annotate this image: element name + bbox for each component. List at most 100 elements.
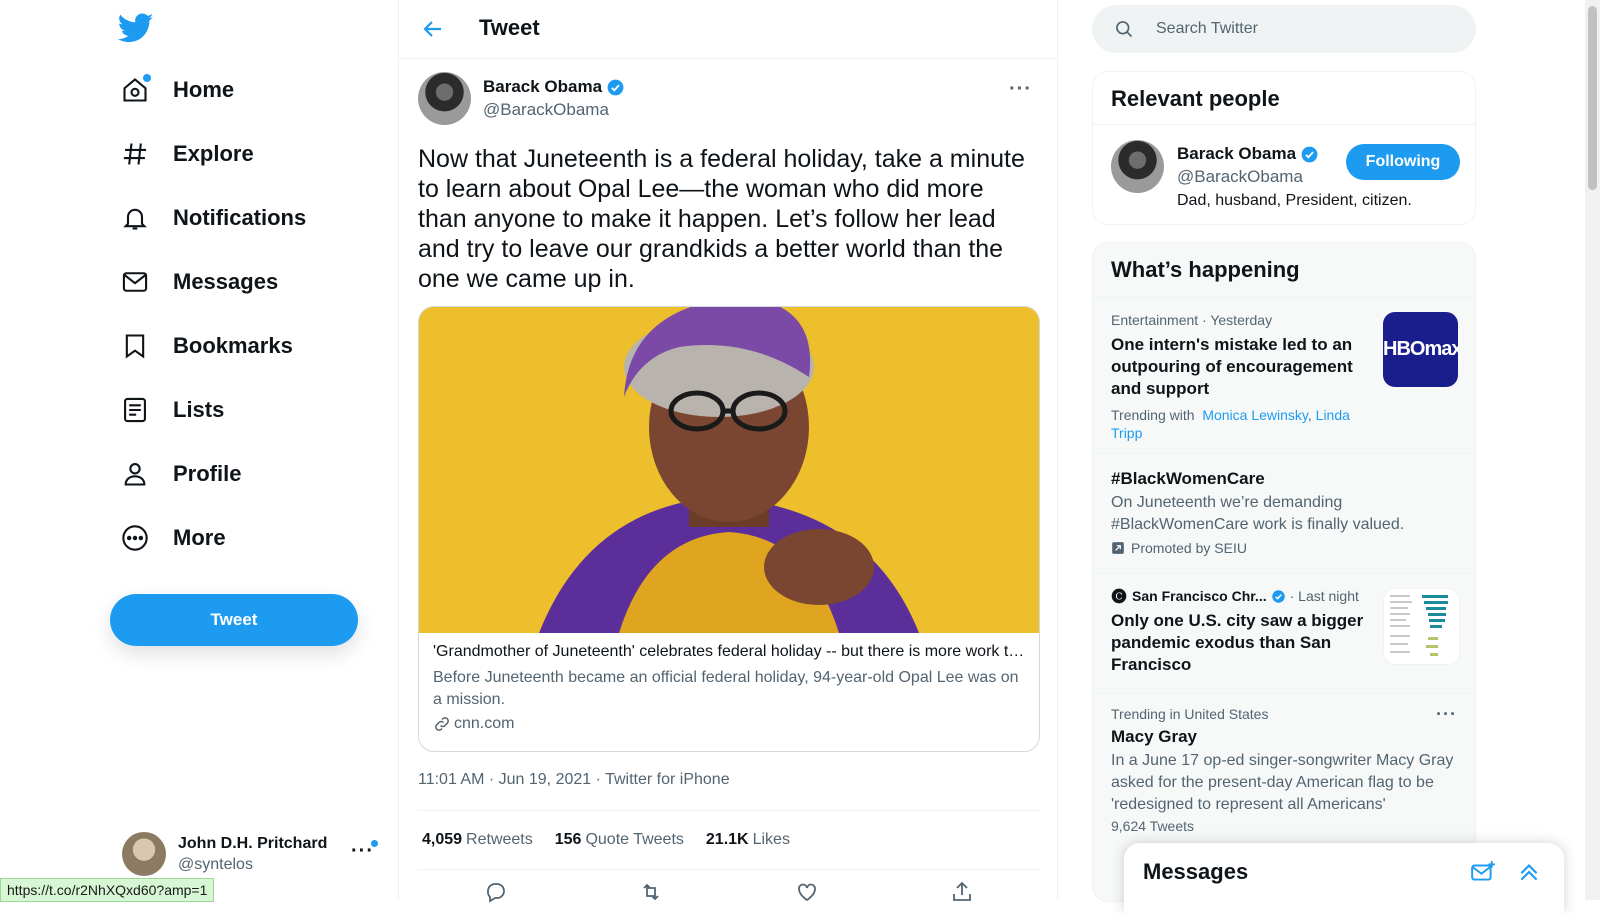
scrollbar[interactable]: [1585, 0, 1600, 900]
nav-label: Notifications: [173, 205, 307, 230]
tweet-actions: [418, 880, 1040, 904]
person-handle[interactable]: @BarackObama: [1177, 167, 1303, 187]
nav-messages[interactable]: Messages: [121, 257, 278, 307]
nav-home[interactable]: Home: [121, 65, 234, 115]
account-more-icon[interactable]: ···: [351, 840, 374, 863]
home-icon: [121, 74, 151, 104]
search-box[interactable]: [1092, 5, 1476, 53]
main-column: Tweet Barack Obama @BarackObama ··· Now …: [399, 0, 1058, 903]
nav-label: More: [173, 525, 226, 550]
author-handle[interactable]: @BarackObama: [483, 100, 609, 120]
whats-happening-panel: What’s happening Entertainment · Yesterd…: [1092, 242, 1476, 902]
retweets-stat[interactable]: 4,059 Retweets: [422, 831, 533, 849]
card-description: Before Juneteenth became an official fed…: [433, 669, 1019, 708]
panel-title: Relevant people: [1093, 72, 1475, 125]
page-title: Tweet: [479, 15, 540, 40]
expand-chevron-icon[interactable]: [1516, 859, 1542, 885]
nav-more[interactable]: More: [121, 513, 226, 563]
tweet-more-icon[interactable]: ···: [1009, 78, 1032, 101]
nav-profile[interactable]: Profile: [121, 449, 241, 499]
new-message-icon[interactable]: [1470, 859, 1496, 885]
trend-title: #BlackWomenCare: [1111, 469, 1265, 488]
trend-thumbnail: [1383, 588, 1460, 665]
nav-lists[interactable]: Lists: [121, 385, 224, 435]
search-input[interactable]: [1154, 19, 1458, 39]
trend-item[interactable]: Entertainment · Yesterday One intern's m…: [1093, 297, 1475, 454]
nav-label: Bookmarks: [173, 333, 293, 358]
like-heart-icon[interactable]: [795, 880, 819, 904]
avatar[interactable]: [1111, 140, 1164, 193]
nav-label: Explore: [173, 141, 254, 166]
quote-tweets-stat[interactable]: 156 Quote Tweets: [555, 831, 684, 849]
quotes-count: 156: [554, 831, 582, 848]
verified-badge-icon: [607, 79, 624, 95]
new-content-dot: [143, 74, 151, 82]
card-domain: cnn.com: [433, 715, 1027, 733]
search-icon: [1116, 21, 1133, 38]
card-domain-text: cnn.com: [454, 715, 515, 732]
likes-label: Likes: [752, 831, 790, 848]
person-name[interactable]: Barack Obama: [1177, 144, 1319, 164]
trend-link[interactable]: Monica Lewinsky: [1202, 407, 1308, 423]
author-avatar[interactable]: [418, 72, 471, 125]
hashtag-icon: [121, 140, 149, 168]
account-name: John D.H. Pritchard: [178, 834, 328, 852]
nav-bookmarks[interactable]: Bookmarks: [121, 321, 293, 371]
reply-icon[interactable]: [484, 880, 508, 904]
trend-headline: Only one U.S. city saw a bigger pandemic…: [1111, 611, 1364, 674]
retweets-label: Retweets: [466, 831, 533, 848]
trend-item[interactable]: Trending in United States Macy Gray In a…: [1093, 693, 1475, 854]
trend-context: Trending in United States: [1111, 706, 1269, 722]
nav-explore[interactable]: Explore: [121, 129, 254, 179]
compose-tweet-button[interactable]: Tweet: [110, 594, 358, 646]
trend-body: On Juneteenth we’re demanding #BlackWome…: [1111, 494, 1405, 533]
link-card[interactable]: 'Grandmother of Juneteenth' celebrates f…: [418, 306, 1040, 752]
more-circle-icon: [121, 524, 149, 552]
avatar: [122, 832, 166, 876]
person-icon: [121, 460, 149, 488]
trend-item-promoted[interactable]: #BlackWomenCare On Juneteenth we’re dema…: [1093, 453, 1475, 574]
quotes-label: Quote Tweets: [585, 831, 684, 848]
promoted-label: Promoted by SEIU: [1131, 540, 1247, 556]
trend-time: · Last night: [1289, 588, 1359, 604]
left-sidebar: Home Explore Notifications Messages Book…: [0, 0, 399, 900]
list-icon: [121, 396, 149, 424]
author-name[interactable]: Barack Obama: [483, 77, 625, 97]
retweet-icon[interactable]: [639, 880, 663, 904]
nav-notifications[interactable]: Notifications: [121, 193, 306, 243]
link-icon: [435, 717, 449, 731]
promoted-line: Promoted by SEIU: [1111, 540, 1451, 556]
tweet-text: Now that Juneteenth is a federal holiday…: [418, 145, 1025, 293]
trend-count: 9,624 Tweets: [1111, 818, 1195, 834]
tweet-stats: 4,059 Retweets 156 Quote Tweets 21.1K Likes: [418, 810, 1040, 870]
tweet-timestamp[interactable]: 11:01 AM · Jun 19, 2021 · Twitter for iP…: [418, 771, 730, 789]
nav-label: Profile: [173, 461, 242, 486]
person-name-text: Barack Obama: [1177, 144, 1297, 163]
messages-drawer[interactable]: Messages: [1124, 843, 1564, 913]
trend-item[interactable]: C San Francisco Chr... · Last night Only…: [1093, 573, 1475, 694]
trend-body: In a June 17 op-ed singer-songwriter Mac…: [1111, 752, 1454, 813]
twitter-logo-icon[interactable]: [118, 10, 154, 46]
scrollbar-thumb[interactable]: [1588, 6, 1597, 190]
nav-label: Messages: [173, 269, 279, 294]
trend-source: San Francisco Chr...: [1132, 588, 1267, 604]
following-button[interactable]: Following: [1346, 144, 1460, 180]
share-icon[interactable]: [950, 880, 974, 904]
svg-text:C: C: [1115, 591, 1122, 602]
panel-title: What’s happening: [1111, 257, 1300, 282]
trend-more-icon[interactable]: ···: [1436, 704, 1457, 725]
trending-with: Trending with Monica Lewinsky, Linda Tri…: [1111, 406, 1361, 442]
page-header: Tweet: [399, 0, 1057, 59]
relevant-people-panel: Relevant people Barack Obama @BarackObam…: [1092, 71, 1476, 225]
nav-label: Home: [173, 77, 235, 102]
likes-stat[interactable]: 21.1K Likes: [706, 831, 790, 849]
account-switcher[interactable]: John D.H. Pritchard @syntelos ···: [122, 828, 382, 880]
verified-badge-icon: [1301, 146, 1318, 162]
back-arrow-icon[interactable]: [421, 17, 445, 41]
bell-icon: [121, 204, 149, 232]
news-source-logo-icon: C: [1111, 588, 1127, 604]
nav-label: Lists: [173, 397, 225, 422]
status-bar-url: https://t.co/r2NhXQxd60?amp=1: [0, 878, 215, 902]
trend-thumbnail: HBOmax: [1383, 312, 1458, 387]
retweets-count: 4,059: [422, 831, 463, 848]
